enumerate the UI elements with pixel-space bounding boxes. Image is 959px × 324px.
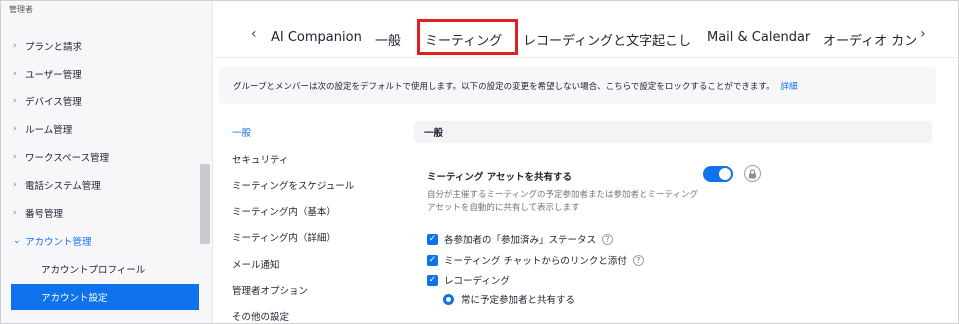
sidebar-item-numbers[interactable]: › 番号管理 [1, 200, 199, 226]
checkbox-checked-icon[interactable]: ✓ [427, 274, 438, 286]
divider [214, 57, 958, 58]
subnav-schedule-meeting[interactable]: ミーティングをスケジュール [232, 178, 354, 192]
sidebar-item-rooms[interactable]: › ルーム管理 [1, 116, 199, 142]
subnav-general[interactable]: 一般 [232, 125, 251, 139]
chevron-right-icon: › [13, 69, 17, 79]
tab-recording-transcription[interactable]: レコーディングと文字起こし [523, 30, 691, 49]
sidebar-item-label: ワークスペース管理 [25, 153, 110, 164]
chevron-right-icon: › [13, 41, 17, 51]
setting-title: ミーティング アセットを共有する [427, 172, 573, 183]
sidebar-item-plans[interactable]: › プランと請求 [1, 33, 199, 59]
banner-details-link[interactable]: 詳細 [781, 80, 798, 92]
checkbox-checked-icon[interactable]: ✓ [427, 233, 438, 245]
sidebar-item-devices[interactable]: › デバイス管理 [1, 88, 199, 114]
checkbox-label: ミーティング チャットからのリンクと添付 [444, 256, 627, 267]
chevron-right-icon: › [13, 208, 17, 218]
section-title: 一般 [424, 128, 444, 139]
section-header: 一般 [414, 121, 932, 143]
sidebar-item-label: ルーム管理 [25, 125, 73, 136]
checkbox-row-joined-status[interactable]: ✓ 各参加者の「参加済み」ステータス ? [427, 232, 614, 246]
sidebar-item-account-management[interactable]: ⌄ アカウント管理 [1, 228, 199, 254]
sidebar-subitem-account-profile[interactable]: アカウントプロフィール [11, 256, 199, 282]
sidebar-scrollbar[interactable] [200, 164, 210, 244]
subnav-in-meeting-advanced[interactable]: ミーティング内（詳細） [232, 230, 336, 244]
sidebar-subitem-account-settings[interactable]: アカウント設定 [11, 284, 199, 310]
chevron-right-icon: › [13, 152, 17, 162]
sidebar-item-label: プランと請求 [25, 42, 83, 53]
main-content: ‹ AI Companion 一般 ミーティング レコーディングと文字起こし M… [214, 1, 958, 323]
checkbox-label: 各参加者の「参加済み」ステータス [444, 235, 597, 246]
subnav-in-meeting-basic[interactable]: ミーティング内（基本） [232, 204, 336, 218]
chevron-right-icon: › [13, 124, 17, 134]
sidebar-header: 管理者 [9, 5, 33, 14]
tab-audio-conference[interactable]: オーディオ カン [823, 30, 917, 49]
info-banner: グループとメンバーは次の設定をデフォルトで使用します。以下の設定の変更を希望しな… [219, 67, 936, 104]
radio-row-always-share[interactable]: 常に予定参加者と共有する [443, 292, 575, 306]
sidebar-item-label: アカウント管理 [25, 237, 92, 248]
checkbox-label: レコーディング [444, 276, 510, 287]
subnav-other-settings[interactable]: その他の設定 [232, 309, 289, 323]
sidebar-subitem-label: アカウントプロフィール [41, 265, 146, 276]
lock-glyph [749, 168, 756, 178]
tabs-prev-icon[interactable]: ‹ [251, 26, 257, 42]
sidebar-item-workspaces[interactable]: › ワークスペース管理 [1, 144, 199, 170]
sidebar-subitem-label: アカウント設定 [41, 293, 108, 304]
tab-mail-calendar[interactable]: Mail & Calendar [707, 30, 810, 45]
subnav-admin-options[interactable]: 管理者オプション [232, 283, 308, 297]
radio-selected-icon[interactable] [443, 293, 454, 305]
checkbox-checked-icon[interactable]: ✓ [427, 254, 438, 266]
active-tab-highlight [417, 19, 518, 55]
banner-text: グループとメンバーは次の設定をデフォルトで使用します。以下の設定の変更を希望しな… [233, 81, 775, 92]
help-icon[interactable]: ? [632, 254, 644, 266]
sidebar-item-label: ユーザー管理 [25, 70, 82, 81]
setting-description: 自分が主催するミーティングの予定参加者または参加者とミーティング アセットを自動… [427, 190, 698, 213]
chevron-right-icon: › [13, 180, 17, 190]
sidebar-item-label: 番号管理 [25, 209, 64, 220]
tab-ai-companion[interactable]: AI Companion [271, 30, 362, 45]
app-window: 管理者 › プランと請求 › ユーザー管理 › デバイス管理 › ルーム管理 ›… [0, 0, 959, 324]
share-assets-toggle[interactable] [703, 166, 733, 182]
sidebar-item-label: デバイス管理 [25, 97, 82, 108]
help-icon[interactable]: ? [602, 233, 614, 245]
settings-tabs: ‹ AI Companion 一般 ミーティング レコーディングと文字起こし M… [214, 1, 958, 57]
sidebar: 管理者 › プランと請求 › ユーザー管理 › デバイス管理 › ルーム管理 ›… [1, 1, 213, 323]
chevron-right-icon: › [13, 96, 17, 106]
subnav-security[interactable]: セキュリティ [232, 152, 288, 166]
tab-general[interactable]: 一般 [375, 30, 401, 49]
checkbox-row-recording[interactable]: ✓ レコーディング [427, 273, 510, 287]
chevron-down-icon: ⌄ [13, 236, 21, 246]
lock-icon[interactable] [744, 165, 761, 182]
tabs-next-icon[interactable]: › [920, 26, 926, 42]
sidebar-item-label: 電話システム管理 [25, 181, 101, 192]
sidebar-item-users[interactable]: › ユーザー管理 [1, 61, 199, 87]
checkbox-row-chat-links[interactable]: ✓ ミーティング チャットからのリンクと添付 ? [427, 253, 644, 267]
subnav-email-notifications[interactable]: メール通知 [232, 257, 280, 271]
sidebar-item-phone-system[interactable]: › 電話システム管理 [1, 172, 199, 198]
radio-label: 常に予定参加者と共有する [461, 295, 576, 306]
